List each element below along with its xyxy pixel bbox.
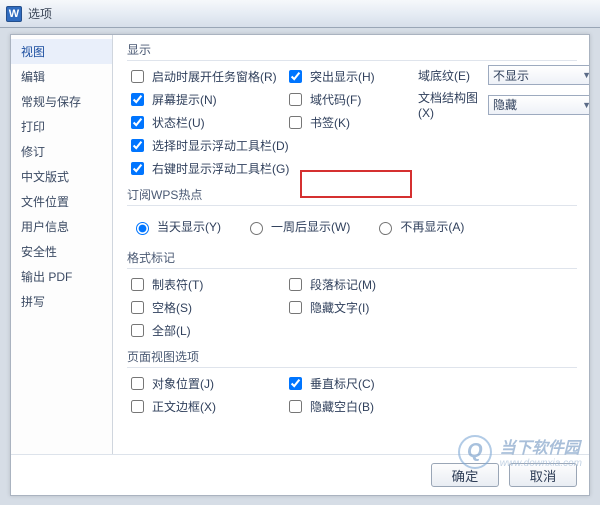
sidebar-item-spell[interactable]: 拼写 <box>11 289 112 314</box>
checkbox-item[interactable]: 突出显示(H) <box>285 65 400 88</box>
checkbox-item[interactable]: 状态栏(U) <box>127 111 267 134</box>
checkbox-input[interactable] <box>131 324 144 337</box>
checkbox-label: 书签(K) <box>310 114 350 131</box>
checkbox-input[interactable] <box>289 116 302 129</box>
checkbox-input[interactable] <box>131 162 144 175</box>
checkbox-input[interactable] <box>131 301 144 314</box>
group-pageview: 页面视图选项 对象位置(J) 正文边框(X) 垂直标尺(C) 隐藏空白(B) <box>127 348 577 418</box>
sidebar-item-general[interactable]: 常规与保存 <box>11 89 112 114</box>
sidebar-item-security[interactable]: 安全性 <box>11 239 112 264</box>
field-label: 域底纹(E) <box>418 67 482 84</box>
radio-label: 一周后显示(W) <box>271 218 350 235</box>
app-icon: W <box>6 6 22 22</box>
checkbox-label: 隐藏文字(I) <box>310 299 369 316</box>
checkbox-label: 全部(L) <box>152 322 191 339</box>
titlebar: W 选项 <box>0 0 600 28</box>
checkbox-item[interactable]: 垂直标尺(C) <box>285 372 400 395</box>
checkbox-item[interactable]: 制表符(T) <box>127 273 267 296</box>
checkbox-input[interactable] <box>131 278 144 291</box>
field-row: 文档结构图(X) 隐藏 ▼ <box>418 89 589 120</box>
checkbox-input[interactable] <box>289 70 302 83</box>
sidebar: 视图编辑常规与保存打印修订中文版式文件位置用户信息安全性输出 PDF拼写 <box>11 35 113 454</box>
checkbox-item[interactable]: 屏幕提示(N) <box>127 88 267 111</box>
checkbox-input[interactable] <box>289 278 302 291</box>
checkbox-item[interactable]: 隐藏文字(I) <box>285 296 400 319</box>
checkbox-item[interactable]: 正文边框(X) <box>127 395 267 418</box>
field-label: 文档结构图(X) <box>418 89 482 120</box>
group-wpshot: 订阅WPS热点 当天显示(Y) 一周后显示(W) 不再显示(A) <box>127 186 577 243</box>
radio-label: 不再显示(A) <box>400 218 464 235</box>
checkbox-label: 突出显示(H) <box>310 68 375 85</box>
radio-input[interactable] <box>136 222 149 235</box>
radio-item[interactable]: 一周后显示(W) <box>245 216 350 237</box>
group-display: 显示 启动时展开任务窗格(R) 屏幕提示(N) 状态栏(U) 选择时显示浮动工具栏(D… <box>127 41 577 180</box>
sidebar-item-pdf[interactable]: 输出 PDF <box>11 264 112 289</box>
checkbox-item[interactable]: 全部(L) <box>127 319 267 342</box>
checkbox-label: 正文边框(X) <box>152 398 216 415</box>
sidebar-item-edit[interactable]: 编辑 <box>11 64 112 89</box>
checkbox-label: 域代码(F) <box>310 91 361 108</box>
radio-input[interactable] <box>250 222 263 235</box>
checkbox-item[interactable]: 启动时展开任务窗格(R) <box>127 65 267 88</box>
checkbox-input[interactable] <box>131 400 144 413</box>
checkbox-label: 启动时展开任务窗格(R) <box>152 68 277 85</box>
checkbox-item[interactable]: 域代码(F) <box>285 88 400 111</box>
checkbox-label: 选择时显示浮动工具栏(D) <box>152 137 289 154</box>
group-display-title: 显示 <box>127 41 577 61</box>
checkbox-label: 隐藏空白(B) <box>310 398 374 415</box>
group-fmtmark-title: 格式标记 <box>127 249 577 269</box>
chevron-down-icon: ▼ <box>582 100 589 110</box>
checkbox-label: 制表符(T) <box>152 276 203 293</box>
sidebar-item-revise[interactable]: 修订 <box>11 139 112 164</box>
select-field-shading[interactable]: 不显示 ▼ <box>488 65 589 85</box>
checkbox-item[interactable]: 隐藏空白(B) <box>285 395 400 418</box>
checkbox-item[interactable]: 对象位置(J) <box>127 372 267 395</box>
checkbox-item[interactable]: 空格(S) <box>127 296 267 319</box>
checkbox-label: 状态栏(U) <box>152 114 205 131</box>
dialog-footer: 确定 取消 <box>11 454 589 495</box>
content-pane: 显示 启动时展开任务窗格(R) 屏幕提示(N) 状态栏(U) 选择时显示浮动工具栏(D… <box>113 35 589 454</box>
checkbox-item[interactable]: 书签(K) <box>285 111 400 134</box>
checkbox-input[interactable] <box>131 139 144 152</box>
chevron-down-icon: ▼ <box>582 70 589 80</box>
select-value: 隐藏 <box>493 96 517 113</box>
checkbox-label: 对象位置(J) <box>152 375 214 392</box>
group-pageview-title: 页面视图选项 <box>127 348 577 368</box>
sidebar-item-view[interactable]: 视图 <box>11 39 112 64</box>
sidebar-item-fileloc[interactable]: 文件位置 <box>11 189 112 214</box>
cancel-button[interactable]: 取消 <box>509 463 577 487</box>
checkbox-item[interactable]: 段落标记(M) <box>285 273 400 296</box>
radio-input[interactable] <box>379 222 392 235</box>
checkbox-label: 右键时显示浮动工具栏(G) <box>152 160 289 177</box>
radio-label: 当天显示(Y) <box>157 218 221 235</box>
checkbox-item[interactable]: 选择时显示浮动工具栏(D) <box>127 134 267 157</box>
checkbox-input[interactable] <box>289 400 302 413</box>
checkbox-input[interactable] <box>289 301 302 314</box>
checkbox-input[interactable] <box>131 377 144 390</box>
ok-button[interactable]: 确定 <box>431 463 499 487</box>
group-fmtmark: 格式标记 制表符(T) 空格(S) 全部(L) 段落标记(M) 隐藏文字(I) <box>127 249 577 342</box>
radio-item[interactable]: 不再显示(A) <box>374 216 464 237</box>
sidebar-item-userinfo[interactable]: 用户信息 <box>11 214 112 239</box>
radio-item[interactable]: 当天显示(Y) <box>131 216 221 237</box>
sidebar-item-print[interactable]: 打印 <box>11 114 112 139</box>
select-doc-map[interactable]: 隐藏 ▼ <box>488 95 589 115</box>
checkbox-input[interactable] <box>289 93 302 106</box>
checkbox-item[interactable]: 右键时显示浮动工具栏(G) <box>127 157 267 180</box>
checkbox-input[interactable] <box>289 377 302 390</box>
checkbox-input[interactable] <box>131 116 144 129</box>
checkbox-label: 空格(S) <box>152 299 192 316</box>
checkbox-label: 段落标记(M) <box>310 276 376 293</box>
checkbox-label: 屏幕提示(N) <box>152 91 217 108</box>
sidebar-item-chinese[interactable]: 中文版式 <box>11 164 112 189</box>
checkbox-input[interactable] <box>131 93 144 106</box>
window-title: 选项 <box>28 5 594 22</box>
checkbox-label: 垂直标尺(C) <box>310 375 375 392</box>
select-value: 不显示 <box>493 67 529 84</box>
options-dialog: 视图编辑常规与保存打印修订中文版式文件位置用户信息安全性输出 PDF拼写 显示 … <box>10 34 590 496</box>
checkbox-input[interactable] <box>131 70 144 83</box>
group-wpshot-title: 订阅WPS热点 <box>127 186 577 206</box>
field-row: 域底纹(E) 不显示 ▼ <box>418 65 589 85</box>
